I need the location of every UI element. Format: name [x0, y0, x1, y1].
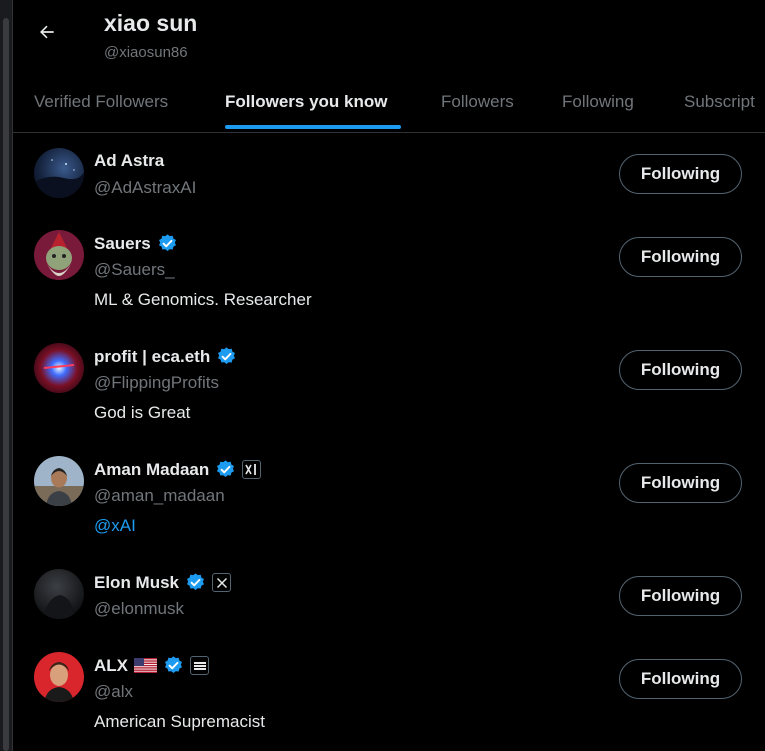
- active-tab-indicator: [225, 125, 401, 129]
- following-button[interactable]: Following: [619, 576, 742, 616]
- account-handle[interactable]: @FlippingProfits: [94, 373, 219, 393]
- verified-badge-icon[interactable]: [215, 459, 236, 480]
- user-row[interactable]: Elon Musk @elonmusk Following: [13, 556, 765, 636]
- user-row[interactable]: Aman Madaan @aman_madaan @xAI Following: [13, 443, 765, 553]
- account-name[interactable]: profit | eca.eth: [94, 347, 210, 367]
- account-handle[interactable]: @alx: [94, 682, 133, 702]
- x-badge-icon[interactable]: [212, 573, 232, 592]
- account-handle[interactable]: @AdAstraxAI: [94, 178, 196, 198]
- avatar[interactable]: [34, 456, 84, 506]
- scrollbar-thumb[interactable]: [3, 18, 9, 751]
- account-handle[interactable]: @aman_madaan: [94, 486, 225, 506]
- account-name[interactable]: Ad Astra: [94, 151, 164, 171]
- account-handle[interactable]: @elonmusk: [94, 599, 184, 619]
- avatar[interactable]: [34, 569, 84, 619]
- user-row[interactable]: ALX @alx American Supremacist Following: [13, 639, 765, 751]
- account-name-line: ALX: [94, 655, 209, 676]
- account-name[interactable]: Sauers: [94, 234, 151, 254]
- account-bio: American Supremacist: [94, 712, 266, 731]
- account-handle[interactable]: @Sauers_: [94, 260, 175, 280]
- account-name[interactable]: ALX: [94, 656, 128, 676]
- following-button[interactable]: Following: [619, 463, 742, 503]
- verified-badge-icon[interactable]: [157, 233, 178, 254]
- profile-handle: @xiaosun86: [104, 44, 188, 61]
- following-button[interactable]: Following: [619, 237, 742, 277]
- account-bio: ML & Genomics. Researcher: [94, 290, 312, 309]
- account-name-line: profit | eca.eth: [94, 346, 237, 367]
- tab-verified-followers[interactable]: Verified Followers: [34, 72, 168, 132]
- user-row[interactable]: Sauers @Sauers_ ML & Genomics. Researche…: [13, 217, 765, 327]
- following-button[interactable]: Following: [619, 350, 742, 390]
- tab-followers[interactable]: Followers: [441, 72, 514, 132]
- profile-header: xiao sun @xiaosun86: [13, 0, 765, 72]
- left-scroll-rail[interactable]: [0, 0, 13, 751]
- following-button[interactable]: Following: [619, 154, 742, 194]
- account-bio: God is Great: [94, 403, 191, 422]
- avatar[interactable]: [34, 230, 84, 280]
- tab-bar: Verified Followers Followers you know Fo…: [13, 72, 765, 133]
- main-column: xiao sun @xiaosun86 Verified Followers F…: [13, 0, 765, 751]
- avatar[interactable]: [34, 148, 84, 198]
- account-bio-link[interactable]: @xAI: [94, 516, 136, 536]
- back-button[interactable]: [32, 17, 62, 47]
- account-name-line: Ad Astra: [94, 151, 164, 171]
- xai-badge-icon[interactable]: [242, 460, 262, 479]
- account-name-line: Elon Musk: [94, 572, 232, 593]
- profile-name: xiao sun: [104, 10, 198, 36]
- following-button[interactable]: Following: [619, 659, 742, 699]
- user-row[interactable]: profit | eca.eth @FlippingProfits God is…: [13, 330, 765, 440]
- account-name-line: Sauers: [94, 233, 178, 254]
- verified-badge-icon[interactable]: [163, 655, 184, 676]
- back-arrow-icon: [40, 25, 54, 39]
- brand-badge-icon[interactable]: [190, 656, 209, 675]
- tab-following[interactable]: Following: [562, 72, 634, 132]
- us-flag-icon: [134, 658, 157, 673]
- user-row[interactable]: Ad Astra @AdAstraxAI Following: [13, 133, 765, 207]
- account-name-line: Aman Madaan: [94, 459, 262, 480]
- avatar[interactable]: [34, 343, 84, 393]
- account-name[interactable]: Elon Musk: [94, 573, 179, 593]
- verified-badge-icon[interactable]: [216, 346, 237, 367]
- tab-subscriptions[interactable]: Subscript: [684, 72, 755, 132]
- account-name[interactable]: Aman Madaan: [94, 460, 209, 480]
- avatar[interactable]: [34, 652, 84, 702]
- tab-followers-you-know[interactable]: Followers you know: [225, 72, 387, 132]
- verified-badge-icon[interactable]: [185, 572, 206, 593]
